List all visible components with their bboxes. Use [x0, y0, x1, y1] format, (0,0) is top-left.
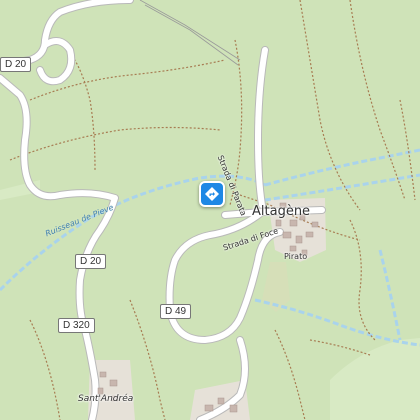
place-label-altagene: Altagène	[252, 204, 311, 219]
directions-icon	[205, 187, 219, 201]
road-label-d20: D 20	[75, 254, 107, 269]
street-label-pirato: Pirato	[284, 252, 308, 261]
map-canvas	[0, 0, 420, 420]
road-label-d49: D 49	[160, 304, 192, 319]
road-label-d320: D 320	[58, 318, 95, 333]
place-label-sant-andrea: Sant'Andréa	[78, 394, 134, 404]
map-view[interactable]: D 20 D 20 D 320 D 49 Altagène Sant'André…	[0, 0, 420, 420]
location-marker[interactable]	[199, 181, 225, 207]
road-label-d20: D 20	[0, 57, 32, 72]
